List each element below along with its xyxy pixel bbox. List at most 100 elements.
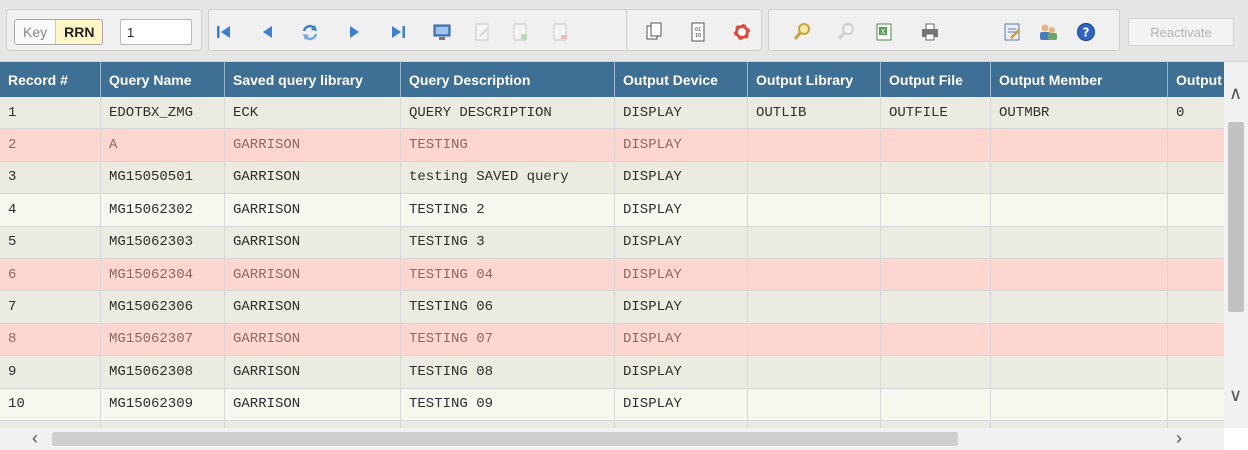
cell-output-device: DISPLAY — [615, 161, 748, 194]
cell-record: 3 — [0, 161, 101, 194]
cell-query-description: TESTING 2 — [401, 194, 615, 226]
previous-record-icon[interactable] — [256, 20, 280, 44]
scroll-left-icon[interactable]: ‹ — [32, 429, 38, 447]
display-record-icon[interactable] — [430, 20, 454, 44]
cell-record: 5 — [0, 226, 101, 258]
rrn-input[interactable] — [120, 19, 192, 45]
column-header-query-description[interactable]: Query Description — [401, 62, 615, 97]
cell-output-member — [991, 388, 1168, 420]
cell-output-library — [748, 129, 881, 161]
find-icon[interactable] — [790, 20, 814, 44]
cell-output-library — [748, 194, 881, 226]
column-header-output-option[interactable]: Output O — [1168, 62, 1224, 97]
table-row[interactable]: 7 MG15062306 GARRISON TESTING 06 DISPLAY — [0, 291, 1224, 324]
cell-record: 6 — [0, 258, 101, 291]
table-row[interactable] — [0, 420, 1224, 428]
refresh-icon[interactable] — [298, 20, 322, 44]
cell-query-description: TESTING 3 — [401, 226, 615, 258]
cell-output-device: DISPLAY — [615, 226, 748, 258]
column-header-output-device[interactable]: Output Device — [615, 62, 748, 97]
cell-output-option — [1168, 162, 1224, 193]
column-header-output-library[interactable]: Output Library — [748, 62, 881, 97]
cell-saved-query-library: GARRISON — [225, 161, 401, 194]
column-header-saved-query-library[interactable]: Saved query library — [225, 62, 401, 97]
cell-record: 7 — [0, 291, 101, 323]
column-header-output-file[interactable]: Output File — [881, 62, 991, 97]
cell-saved-query-library: ECK — [225, 97, 401, 129]
cell-query-name: MG15062306 — [101, 291, 225, 323]
cell-saved-query-library: GARRISON — [225, 194, 401, 226]
cell-output-member — [991, 161, 1168, 194]
delete-record-icon — [548, 20, 572, 44]
table-row[interactable]: 5 MG15062303 GARRISON TESTING 3 DISPLAY — [0, 226, 1224, 259]
cell-output-device: DISPLAY — [615, 129, 748, 161]
cell-output-library — [748, 420, 881, 428]
cell-record: 4 — [0, 194, 101, 226]
cell-output-file — [881, 356, 991, 388]
cell-output-member — [991, 258, 1168, 291]
help-ring-icon[interactable] — [730, 20, 754, 44]
cell-query-description: TESTING 06 — [401, 291, 615, 323]
vertical-scroll-thumb[interactable] — [1228, 122, 1244, 312]
cell-saved-query-library: GARRISON — [225, 388, 401, 420]
cell-output-device: DISPLAY — [615, 258, 748, 291]
reactivate-button: Reactivate — [1128, 18, 1234, 46]
cell-output-member — [991, 226, 1168, 258]
vertical-scrollbar[interactable]: ∧ ∨ — [1224, 62, 1248, 428]
cell-saved-query-library: GARRISON — [225, 356, 401, 388]
cell-output-member — [991, 356, 1168, 388]
cell-query-name: MG15062304 — [101, 258, 225, 291]
toolbar: Key RRN 0110 — [0, 0, 1248, 62]
cell-output-option — [1168, 389, 1224, 420]
key-mode-button[interactable]: Key — [15, 20, 57, 44]
cell-output-option — [1168, 324, 1224, 355]
scroll-right-icon[interactable]: › — [1176, 429, 1182, 447]
copy-icon[interactable] — [642, 20, 666, 44]
cell-output-library — [748, 388, 881, 420]
cell-output-option — [1168, 291, 1224, 322]
table-row[interactable]: 9 MG15062308 GARRISON TESTING 08 DISPLAY — [0, 356, 1224, 389]
table-row[interactable]: 10 MG15062309 GARRISON TESTING 09 DISPLA… — [0, 388, 1224, 421]
cell-query-name: A — [101, 129, 225, 161]
cell-output-device: DISPLAY — [615, 194, 748, 226]
table-row[interactable]: 3 MG15050501 GARRISON testing SAVED quer… — [0, 161, 1224, 195]
notes-icon[interactable] — [1000, 20, 1024, 44]
horizontal-scroll-thumb[interactable] — [52, 432, 958, 446]
cell-query-name: MG15062303 — [101, 226, 225, 258]
cell-output-option — [1168, 129, 1224, 160]
cell-record: 1 — [0, 97, 101, 129]
cell-output-option: 0 — [1168, 97, 1224, 128]
scroll-down-icon[interactable]: ∨ — [1229, 386, 1242, 404]
cell-output-member — [991, 129, 1168, 161]
table-row[interactable]: 1 EDOTBX_ZMG ECK QUERY DESCRIPTION DISPL… — [0, 97, 1224, 130]
last-record-icon[interactable] — [386, 20, 410, 44]
table-row[interactable]: 2 A GARRISON TESTING DISPLAY — [0, 129, 1224, 162]
cell-output-library — [748, 226, 881, 258]
cell-output-option — [1168, 421, 1224, 428]
cell-record: 8 — [0, 323, 101, 356]
cell-output-library — [748, 356, 881, 388]
users-icon[interactable] — [1036, 20, 1060, 44]
next-record-icon[interactable] — [342, 20, 366, 44]
cell-record: 2 — [0, 129, 101, 161]
column-header-record[interactable]: Record # — [0, 62, 101, 97]
table-row[interactable]: 8 MG15062307 GARRISON TESTING 07 DISPLAY — [0, 323, 1224, 357]
help-icon[interactable]: ? — [1074, 20, 1098, 44]
column-header-output-member[interactable]: Output Member — [991, 62, 1168, 97]
cell-query-name: MG15050501 — [101, 161, 225, 194]
table-row[interactable]: 6 MG15062304 GARRISON TESTING 04 DISPLAY — [0, 258, 1224, 292]
cell-query-description: TESTING 04 — [401, 258, 615, 291]
table-row[interactable]: 4 MG15062302 GARRISON TESTING 2 DISPLAY — [0, 194, 1224, 227]
records-grid: Record # Query Name Saved query library … — [0, 62, 1224, 428]
rrn-mode-button[interactable]: RRN — [56, 20, 103, 44]
horizontal-scrollbar[interactable]: ‹ › — [0, 428, 1224, 450]
field-list-icon[interactable]: 01 10 — [686, 20, 710, 44]
export-excel-icon[interactable]: X — [872, 20, 896, 44]
first-record-icon[interactable] — [212, 20, 236, 44]
key-rrn-toggle[interactable]: Key RRN — [14, 19, 104, 45]
print-icon[interactable] — [918, 20, 942, 44]
cell-output-device: DISPLAY — [615, 388, 748, 420]
column-header-query-name[interactable]: Query Name — [101, 62, 225, 97]
scroll-up-icon[interactable]: ∧ — [1229, 84, 1242, 102]
cell-output-member: OUTMBR — [991, 97, 1168, 129]
